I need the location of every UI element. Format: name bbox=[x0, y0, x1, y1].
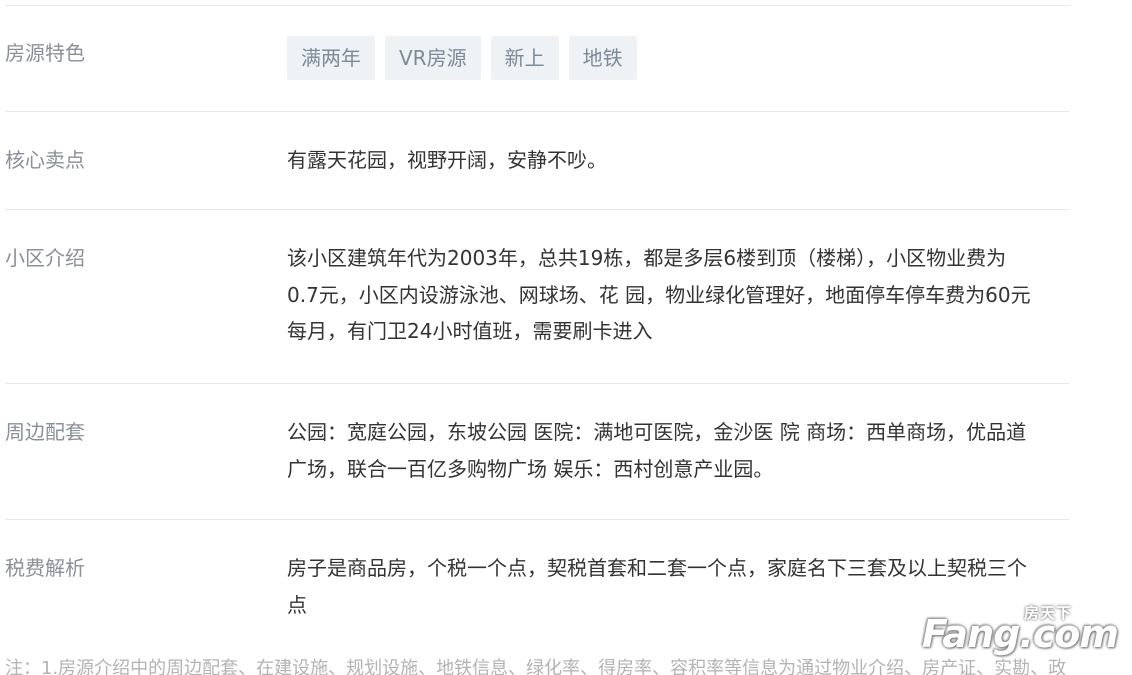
feature-label: 房源特色 bbox=[5, 41, 85, 65]
watermark-main-text: Fang.com bbox=[921, 612, 1119, 656]
tag-full-two-years[interactable]: 满两年 bbox=[287, 36, 375, 80]
text-line: 公园：宽庭公园，东坡公园 医院：满地可医院，金沙医 院 商场：西单商场，优品道 bbox=[287, 420, 1027, 444]
text-line: 该小区建筑年代为2003年，总共19栋，都是多层6楼到顶（楼梯），小区物业费为 bbox=[287, 246, 1007, 270]
text-line: 广场，联合一百亿多购物广场 娱乐：西村创意产业园。 bbox=[287, 456, 774, 481]
text-line: 每月，有门卫24小时值班，需要刷卡进入 bbox=[287, 319, 653, 343]
text-line: 房子是商品房，个税一个点，契税首套和二套一个点，家庭名下三套及以上契税三个 bbox=[287, 556, 1027, 580]
fang-watermark-logo: 房天下 Fang.com bbox=[922, 602, 1119, 664]
surroundings-label: 周边配套 bbox=[5, 420, 85, 444]
surroundings-text: 公园：宽庭公园，东坡公园 医院：满地可医院，金沙医 院 商场：西单商场，优品道 … bbox=[287, 414, 1072, 487]
tag-vr-listing[interactable]: VR房源 bbox=[385, 36, 481, 80]
divider bbox=[5, 209, 1070, 210]
tag-subway[interactable]: 地铁 bbox=[568, 36, 637, 80]
divider bbox=[5, 519, 1070, 520]
divider bbox=[5, 111, 1070, 112]
selling-point-label: 核心卖点 bbox=[5, 148, 85, 172]
listing-detail-panel: 房源特色 满两年 VR房源 新上 地铁 核心卖点 有露天花园，视野开阔，安静不吵… bbox=[0, 0, 1132, 675]
text-line: 0.7元，小区内设游泳池、网球场、花 园，物业绿化管理好，地面停车停车费为60元 bbox=[287, 282, 1031, 307]
community-intro-label: 小区介绍 bbox=[5, 246, 85, 270]
selling-point-text: 有露天花园，视野开阔，安静不吵。 bbox=[287, 142, 1072, 179]
divider bbox=[5, 383, 1070, 384]
feature-tags: 满两年 VR房源 新上 地铁 bbox=[287, 36, 637, 80]
text-line: 有露天花园，视野开阔，安静不吵。 bbox=[287, 148, 607, 172]
divider bbox=[5, 5, 1070, 6]
tag-new-listing[interactable]: 新上 bbox=[490, 36, 559, 80]
tax-analysis-label: 税费解析 bbox=[5, 556, 85, 580]
community-intro-text: 该小区建筑年代为2003年，总共19栋，都是多层6楼到顶（楼梯），小区物业费为 … bbox=[287, 240, 1072, 350]
